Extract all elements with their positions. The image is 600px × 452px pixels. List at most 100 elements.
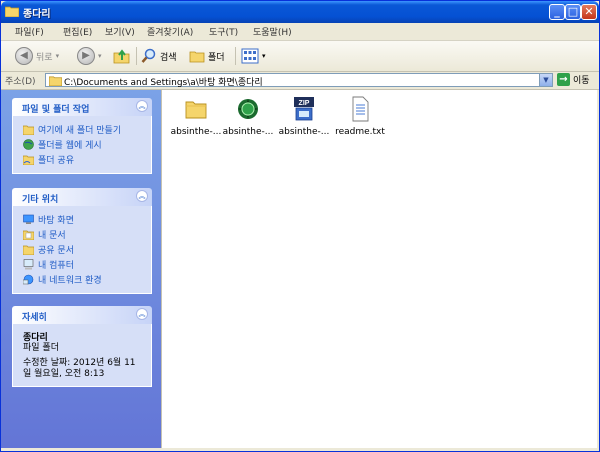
forward-button[interactable]: ▶ ▾ (77, 45, 102, 67)
file-item[interactable]: absinthe-... (216, 96, 280, 137)
panel-body: 종다리 파일 폴더 수정한 날짜: 2012년 6월 11 일 월요일, 오전 … (12, 324, 152, 387)
collapse-chevron-icon[interactable]: ︽ (136, 308, 148, 320)
place-network[interactable]: 내 네트워크 환경 (23, 272, 151, 287)
maximize-button[interactable]: □ (565, 4, 581, 20)
details-modified-line1: 수정한 날짜: 2012년 6월 11 (23, 358, 136, 368)
task-label: 여기에 새 폴더 만들기 (38, 126, 122, 136)
file-label: absinthe-... (278, 127, 330, 137)
back-arrow-icon: ◀ (15, 47, 33, 65)
menu-favorites[interactable]: 즐겨찾기(A) (147, 25, 193, 38)
file-item[interactable]: ZIP absinthe-... (272, 96, 336, 137)
go-button[interactable]: → 이동 (557, 73, 590, 86)
menu-file[interactable]: 파일(F) (15, 25, 44, 38)
panel-body: 여기에 새 폴더 만들기 폴더를 웹에 게시 폴더 공유 (12, 116, 152, 174)
back-label: 뒤로 (36, 52, 53, 63)
panel-header[interactable]: 기타 위치 ︽ (12, 188, 152, 206)
menu-edit[interactable]: 편집(E) (63, 25, 92, 38)
panel-title: 자세히 (22, 313, 47, 323)
task-label: 폴더를 웹에 게시 (38, 141, 102, 151)
toolbar: ◀ 뒤로 ▾ ▶ ▾ 검색 폴더 ▾ (1, 41, 599, 72)
collapse-chevron-icon[interactable]: ︽ (136, 100, 148, 112)
task-new-folder[interactable]: 여기에 새 폴더 만들기 (23, 122, 151, 137)
task-share-folder[interactable]: 폴더 공유 (23, 152, 151, 167)
back-button[interactable]: ◀ 뒤로 ▾ (15, 45, 59, 67)
menu-view[interactable]: 보기(V) (105, 25, 135, 38)
globe-icon (23, 139, 34, 150)
place-my-computer[interactable]: 내 컴퓨터 (23, 257, 151, 272)
panel-header[interactable]: 자세히 ︽ (12, 306, 152, 324)
address-dropdown-button[interactable]: ▼ (539, 74, 552, 86)
content-area: 파일 및 폴더 작업 ︽ 여기에 새 폴더 만들기 폴더를 웹에 게시 폴더 공… (1, 90, 599, 448)
toolbar-separator (136, 47, 137, 65)
address-label: 주소(D) (5, 77, 36, 87)
place-label: 내 네트워크 환경 (38, 276, 102, 286)
shared-documents-icon (23, 245, 34, 255)
views-dropdown-icon: ▾ (262, 52, 266, 60)
place-label: 내 문서 (38, 231, 66, 241)
go-label: 이동 (573, 76, 590, 86)
file-folder-tasks-panel: 파일 및 폴더 작업 ︽ 여기에 새 폴더 만들기 폴더를 웹에 게시 폴더 공… (12, 98, 152, 174)
forward-dropdown-icon: ▾ (98, 52, 102, 60)
menu-tools[interactable]: 도구(T) (209, 25, 238, 38)
details-modified-line2: 일 월요일, 오전 8:13 (23, 369, 105, 379)
forward-arrow-icon: ▶ (77, 47, 95, 65)
back-dropdown-icon: ▾ (55, 52, 60, 60)
menu-bar: 파일(F) 편집(E) 보기(V) 즐겨찾기(A) 도구(T) 도움말(H) (1, 23, 599, 60)
address-field[interactable]: C:\Documents and Settings\a\바탕 화면\종다리 ▼ (45, 73, 553, 88)
folders-label: 폴더 (208, 52, 225, 63)
go-arrow-icon: → (557, 73, 570, 86)
up-folder-button[interactable] (113, 45, 131, 67)
folder-icon (49, 76, 62, 86)
up-folder-icon (113, 49, 130, 64)
details-name: 종다리 (23, 333, 48, 343)
details-type: 파일 폴더 (23, 343, 59, 353)
search-icon (141, 48, 156, 63)
task-publish-web[interactable]: 폴더를 웹에 게시 (23, 137, 151, 152)
task-label: 폴더 공유 (38, 156, 74, 166)
shared-folder-icon (23, 155, 34, 165)
folder-icon (185, 101, 207, 119)
panel-title: 파일 및 폴더 작업 (22, 105, 90, 115)
file-label: absinthe-... (222, 127, 274, 137)
place-label: 바탕 화면 (38, 216, 74, 226)
my-computer-icon (23, 259, 34, 270)
search-button[interactable]: 검색 (141, 45, 177, 67)
place-label: 내 컴퓨터 (38, 261, 74, 271)
collapse-chevron-icon[interactable]: ︽ (136, 190, 148, 202)
folders-button[interactable]: 폴더 (189, 45, 225, 67)
file-label: readme.txt (335, 127, 385, 137)
minimize-button[interactable]: _ (549, 4, 565, 20)
window-title: 종다리 (23, 9, 51, 20)
task-pane: 파일 및 폴더 작업 ︽ 여기에 새 폴더 만들기 폴더를 웹에 게시 폴더 공… (1, 90, 161, 448)
panel-body: 바탕 화면 내 문서 공유 문서 내 컴퓨터 내 네트워크 환경 (12, 206, 152, 294)
views-button[interactable]: ▾ (241, 45, 266, 67)
place-shared-documents[interactable]: 공유 문서 (23, 242, 151, 257)
folders-icon (189, 51, 205, 63)
file-item[interactable]: readme.txt (328, 96, 392, 137)
my-documents-icon (23, 230, 34, 240)
place-desktop[interactable]: 바탕 화면 (23, 212, 151, 227)
zip-badge: ZIP (299, 100, 310, 107)
details-panel: 자세히 ︽ 종다리 파일 폴더 수정한 날짜: 2012년 6월 11 일 월요… (12, 306, 152, 387)
menu-help[interactable]: 도움말(H) (253, 25, 292, 38)
new-folder-icon (23, 125, 34, 135)
folder-icon (5, 6, 19, 17)
text-file-icon (352, 96, 369, 122)
toolbar-separator (235, 47, 236, 65)
zip-icon: ZIP (294, 97, 314, 121)
search-label: 검색 (160, 52, 177, 63)
other-places-panel: 기타 위치 ︽ 바탕 화면 내 문서 공유 문서 내 컴퓨터 내 네트워크 환경 (12, 188, 152, 294)
close-button[interactable]: ✕ (581, 4, 597, 20)
absinthe-app-icon (238, 99, 258, 119)
desktop-icon (23, 214, 34, 224)
network-icon (23, 274, 34, 285)
file-list-view[interactable]: absinthe-... absinthe-... ZIP absinthe-.… (161, 90, 597, 448)
address-bar: 주소(D) C:\Documents and Settings\a\바탕 화면\… (1, 72, 599, 90)
place-label: 공유 문서 (38, 246, 74, 256)
place-my-documents[interactable]: 내 문서 (23, 227, 151, 242)
address-value: C:\Documents and Settings\a\바탕 화면\종다리 (64, 78, 263, 88)
views-icon (241, 48, 259, 64)
title-bar[interactable]: 종다리 _ □ ✕ (1, 1, 599, 23)
panel-header[interactable]: 파일 및 폴더 작업 ︽ (12, 98, 152, 116)
explorer-window: 종다리 _ □ ✕ 파일(F) 편집(E) 보기(V) 즐겨찾기(A) 도구(T… (0, 0, 600, 452)
